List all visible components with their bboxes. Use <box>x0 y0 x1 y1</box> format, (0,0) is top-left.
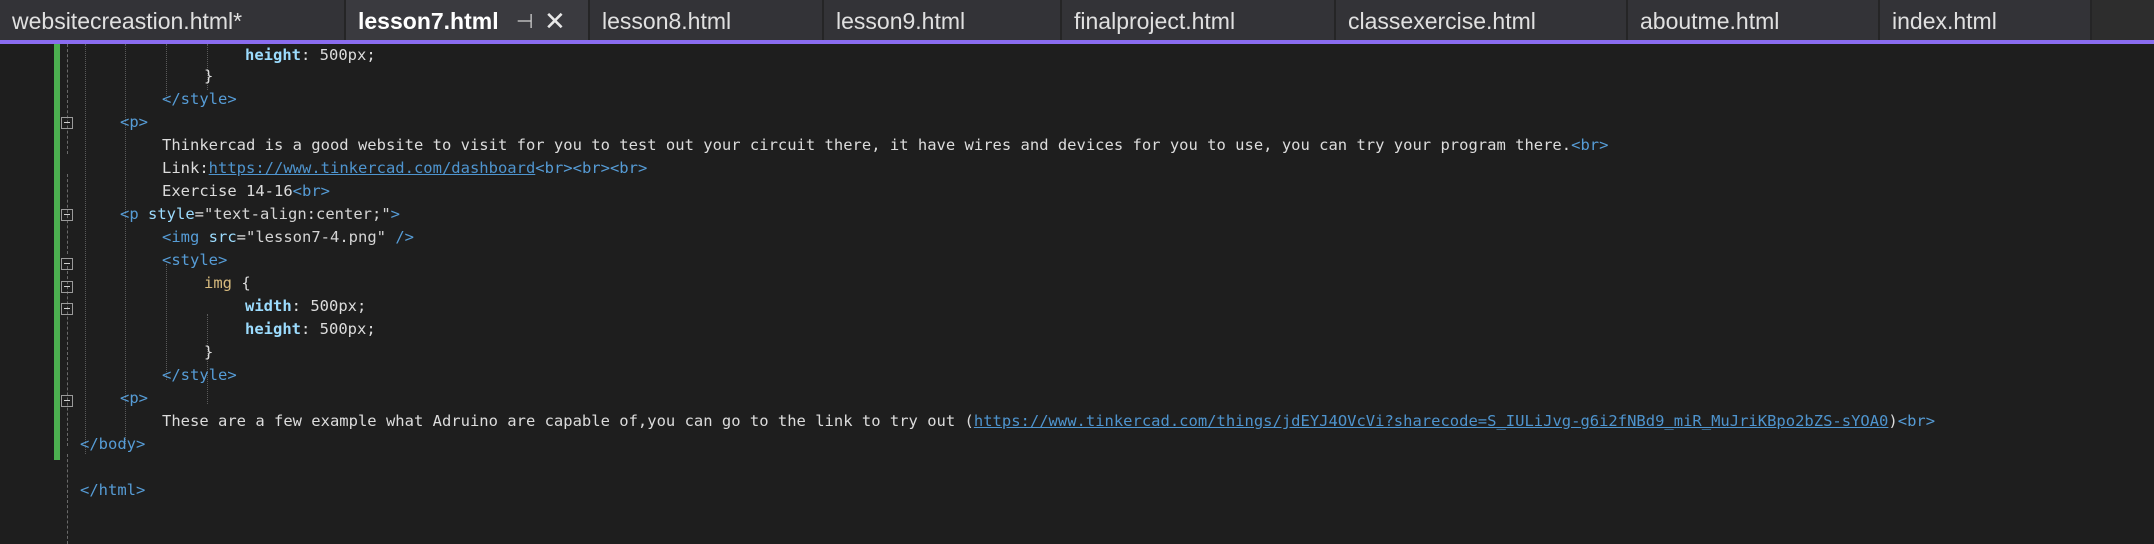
tab-lesson7[interactable]: lesson7.html ⊣ ✕ <box>346 0 590 40</box>
tab-lesson9[interactable]: lesson9.html <box>824 0 1062 40</box>
tab-label: lesson9.html <box>836 8 966 34</box>
html-tag: <br> <box>1571 136 1609 154</box>
css-property: height <box>245 46 301 64</box>
tab-finalproject[interactable]: finalproject.html <box>1062 0 1336 40</box>
html-tag: <style> <box>162 251 228 269</box>
css-value: : 500px; <box>301 46 376 64</box>
code-line[interactable]: <style> <box>162 249 227 272</box>
equals-sign: = <box>194 205 205 223</box>
text-content: Link: <box>162 159 209 177</box>
fold-guide-line <box>67 44 69 154</box>
html-tag: </style> <box>162 366 237 384</box>
indent-guide <box>166 264 168 380</box>
html-tag: > <box>390 205 400 223</box>
code-line[interactable]: These are a few example what Adruino are… <box>162 410 1935 433</box>
html-tag: <p> <box>120 389 148 407</box>
tab-index[interactable]: index.html <box>1880 0 2092 40</box>
css-property: height <box>245 320 301 338</box>
text-content: These are a few example what Adruino are… <box>162 412 974 430</box>
equals-sign: = <box>236 228 246 246</box>
html-tag: </html> <box>80 481 146 499</box>
fold-toggle-icon[interactable] <box>61 303 73 315</box>
html-tag: <p <box>120 205 139 223</box>
text-content: ) <box>1888 412 1898 430</box>
fold-guide-line <box>67 454 69 544</box>
html-tag: <br> <box>1897 412 1936 430</box>
html-tag: <br> <box>292 182 330 200</box>
change-tracking-bar <box>54 44 60 460</box>
tab-lesson8[interactable]: lesson8.html <box>590 0 824 40</box>
code-line[interactable]: </body> <box>80 433 145 456</box>
tab-classexercise[interactable]: classexercise.html <box>1336 0 1628 40</box>
css-property: width <box>245 297 292 315</box>
html-tag: <p> <box>120 113 148 131</box>
tab-label: finalproject.html <box>1074 8 1236 34</box>
code-line[interactable]: <p style="text-align:center;"> <box>120 203 400 226</box>
attribute-value: "lesson7-4.png" <box>246 228 386 246</box>
html-attribute: style <box>138 205 195 223</box>
tab-aboutme[interactable]: aboutme.html <box>1628 0 1880 40</box>
fold-toggle-icon[interactable] <box>61 209 73 221</box>
url-link[interactable]: https://www.tinkercad.com/things/jdEYJ4O… <box>974 412 1889 430</box>
html-attribute: src <box>199 228 237 246</box>
css-opening-brace: { <box>232 274 251 292</box>
document-tab-bar: websitecreastion.html* lesson7.html ⊣ ✕ … <box>0 0 2154 40</box>
code-line[interactable]: <p> <box>120 387 148 410</box>
text-content: Thinkercad is a good website to visit fo… <box>162 136 1572 154</box>
attribute-value: "text-align:center;" <box>204 205 391 223</box>
tab-label: lesson8.html <box>602 8 732 34</box>
code-line[interactable]: img { <box>204 272 251 295</box>
fold-guide-line <box>67 266 69 446</box>
code-line[interactable]: Link:https://www.tinkercad.com/dashboard… <box>162 157 647 180</box>
html-tag: <img <box>162 228 200 246</box>
tab-label: classexercise.html <box>1348 8 1536 34</box>
code-line[interactable]: </style> <box>162 364 237 387</box>
url-link[interactable]: https://www.tinkercad.com/dashboard <box>209 159 536 177</box>
editor-margin <box>0 44 30 534</box>
tab-label: aboutme.html <box>1640 8 1780 34</box>
code-line[interactable]: </html> <box>80 479 145 502</box>
code-line[interactable]: <p> <box>120 111 148 134</box>
close-icon[interactable]: ✕ <box>544 6 566 37</box>
html-tag: </style> <box>162 90 237 108</box>
css-selector: img <box>204 274 232 292</box>
indent-guide <box>125 44 127 444</box>
code-line[interactable]: Thinkercad is a good website to visit fo… <box>162 134 1608 157</box>
css-value: : 500px; <box>291 297 367 315</box>
fold-toggle-icon[interactable] <box>61 281 73 293</box>
code-line[interactable]: </style> <box>162 88 237 111</box>
pin-icon[interactable]: ⊣ <box>516 9 533 34</box>
code-line[interactable]: } <box>204 65 213 88</box>
code-line[interactable]: } <box>204 341 213 364</box>
css-closing-brace: } <box>204 67 214 85</box>
fold-toggle-icon[interactable] <box>61 117 73 129</box>
text-content: Exercise 14-16 <box>162 182 293 200</box>
code-line[interactable]: width: 500px; <box>245 295 366 318</box>
tab-label: lesson7.html <box>358 8 499 34</box>
code-line[interactable]: <img src="lesson7-4.png" /> <box>162 226 414 249</box>
tab-websitecreastion[interactable]: websitecreastion.html* <box>0 0 346 40</box>
tab-label: websitecreastion.html* <box>12 8 243 34</box>
fold-toggle-icon[interactable] <box>61 258 73 270</box>
fold-toggle-icon[interactable] <box>61 395 73 407</box>
code-editor[interactable]: height: 500px; } </style> <p> Thinkercad… <box>0 44 2154 544</box>
indent-guide <box>85 44 87 454</box>
code-line[interactable]: height: 500px; <box>245 318 376 341</box>
code-line[interactable]: Exercise 14-16<br> <box>162 180 330 203</box>
html-tag: </body> <box>80 435 146 453</box>
html-tag: <br><br><br> <box>535 159 648 177</box>
tab-label: index.html <box>1892 8 1997 34</box>
html-tag: /> <box>385 228 414 246</box>
css-closing-brace: } <box>204 343 214 361</box>
css-value: : 500px; <box>301 320 376 338</box>
code-line[interactable]: height: 500px; <box>245 44 376 67</box>
